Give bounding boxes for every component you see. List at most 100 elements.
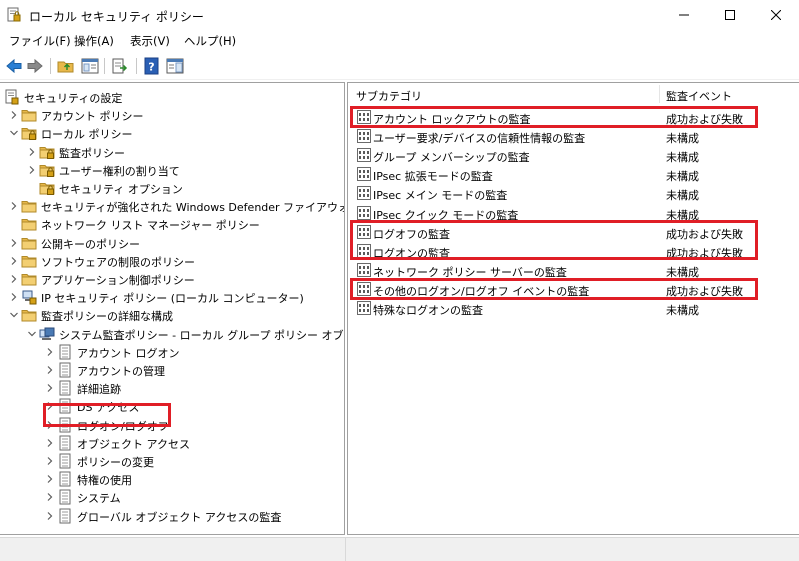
tree-node[interactable]: 特権の使用 — [0, 470, 344, 488]
help-icon[interactable]: ? — [143, 57, 161, 75]
list-item[interactable]: アカウント ロックアウトの監査 成功および失敗 — [348, 108, 799, 127]
chevron-right-icon[interactable] — [10, 238, 18, 247]
audit-event-value: 成功および失敗 — [666, 246, 743, 260]
group-policy-icon — [39, 327, 55, 340]
chevron-right-icon[interactable] — [10, 275, 18, 283]
tree-node-label: システム監査ポリシー - ローカル グループ ポリシー オブジェクト — [59, 328, 344, 342]
tree-node[interactable]: 公開キーのポリシー — [0, 234, 344, 252]
audit-policy-icon — [357, 205, 371, 220]
tree-node[interactable]: オブジェクト アクセス — [0, 434, 344, 452]
tree-node[interactable]: セキュリティ オプション — [0, 179, 344, 197]
tree-node[interactable]: アカウントの管理 — [0, 361, 344, 379]
tree-node[interactable]: 監査ポリシーの詳細な構成 — [0, 306, 344, 324]
chevron-right-icon[interactable] — [10, 202, 18, 211]
list-item[interactable]: グループ メンバーシップの監査 未構成 — [348, 146, 799, 165]
tree-node[interactable]: ソフトウェアの制限のポリシー — [0, 252, 344, 270]
chevron-right-icon[interactable] — [46, 420, 54, 429]
list-item[interactable]: 特殊なログオンの監査 未構成 — [348, 299, 799, 318]
chevron-down-icon[interactable] — [10, 129, 18, 137]
column-header-subcategory[interactable]: サブカテゴリ — [356, 88, 422, 104]
tree-node[interactable]: ローカル ポリシー — [0, 124, 344, 142]
tree-node[interactable]: システム監査ポリシー - ローカル グループ ポリシー オブジェクト — [0, 325, 344, 343]
tree-node[interactable]: IP セキュリティ ポリシー (ローカル コンピューター) — [0, 288, 344, 306]
chevron-right-icon[interactable] — [10, 256, 18, 265]
tree-node[interactable]: ポリシーの変更 — [0, 452, 344, 470]
list-item[interactable]: IPsec クイック モードの監査 未構成 — [348, 204, 799, 223]
audit-event-value: 未構成 — [666, 265, 699, 279]
list-item[interactable]: その他のログオン/ログオフ イベントの監査 成功および失敗 — [348, 280, 799, 299]
chevron-right-icon[interactable] — [46, 402, 54, 411]
audit-policy-icon — [357, 167, 371, 182]
minimize-button[interactable] — [661, 0, 707, 30]
tree-node[interactable]: セキュリティの設定 — [0, 88, 344, 106]
column-divider[interactable] — [659, 85, 660, 103]
tree-node[interactable]: アカウント ログオン — [0, 343, 344, 361]
audit-policy-icon — [357, 243, 371, 258]
chevron-right-icon[interactable] — [28, 147, 36, 156]
chevron-right-icon[interactable] — [46, 511, 54, 520]
back-arrow-icon[interactable] — [5, 57, 23, 75]
tree-node[interactable]: システム — [0, 488, 344, 506]
tree-node-label: ネットワーク リスト マネージャー ポリシー — [41, 219, 260, 233]
list-item[interactable]: ユーザー要求/デバイスの信頼性情報の監査 未構成 — [348, 127, 799, 146]
audit-event-value: 未構成 — [666, 132, 699, 146]
chevron-right-icon[interactable] — [46, 347, 54, 356]
chevron-right-icon[interactable] — [46, 438, 54, 447]
folder-icon — [21, 274, 37, 286]
close-button[interactable] — [753, 0, 799, 30]
tree-node[interactable]: グローバル オブジェクト アクセスの監査 — [0, 507, 344, 525]
audit-policy-icon — [357, 301, 371, 315]
folder-icon — [21, 201, 37, 213]
chevron-right-icon[interactable] — [10, 111, 18, 120]
tree-node[interactable]: DS アクセス — [0, 397, 344, 415]
audit-event-value: 成功および失敗 — [666, 113, 743, 126]
chevron-right-icon[interactable] — [10, 293, 18, 302]
properties-panel-icon[interactable] — [166, 57, 184, 75]
up-folder-icon[interactable] — [57, 57, 75, 75]
chevron-right-icon[interactable] — [46, 366, 54, 374]
chevron-right-icon[interactable] — [46, 475, 54, 484]
maximize-button[interactable] — [707, 0, 753, 30]
subcategory-name: IPsec クイック モードの監査 — [373, 208, 519, 222]
chevron-right-icon[interactable] — [46, 457, 54, 465]
details-pane[interactable]: サブカテゴリ 監査イベント アカウント ロックアウトの監査 成功および失敗 ユーザー… — [347, 82, 799, 535]
list-item[interactable]: IPsec 拡張モードの監査 未構成 — [348, 165, 799, 184]
tree-node[interactable]: ログオン/ログオフ — [0, 416, 344, 434]
tree-node[interactable]: アカウント ポリシー — [0, 106, 344, 124]
tree-node[interactable]: ユーザー権利の割り当て — [0, 161, 344, 179]
tree-node-label: DS アクセス — [77, 401, 140, 415]
console-tree-pane[interactable]: セキュリティの設定 アカウント ポリシー ローカル ポリシー 監査ポリシー ユーザー権利… — [0, 82, 345, 535]
list-item[interactable]: ログオフの監査 成功および失敗 — [348, 223, 799, 242]
chevron-down-icon[interactable] — [10, 311, 18, 319]
subcategory-name: ネットワーク ポリシー サーバーの監査 — [373, 265, 567, 279]
tree-node[interactable]: アプリケーション制御ポリシー — [0, 270, 344, 288]
tree-node-label: IP セキュリティ ポリシー (ローカル コンピューター) — [41, 292, 304, 306]
menu-help[interactable]: ヘルプ(H) — [184, 33, 236, 49]
audit-category-icon — [59, 417, 71, 433]
chevron-right-icon[interactable] — [28, 165, 36, 174]
export-list-icon[interactable] — [111, 57, 129, 75]
tree-node[interactable]: セキュリティが強化された Windows Defender ファイアウォール — [0, 197, 344, 215]
chevron-right-icon[interactable] — [46, 384, 54, 393]
tree-node-label: セキュリティ オプション — [59, 183, 183, 196]
list-item[interactable]: ログオンの監査 成功および失敗 — [348, 242, 799, 261]
status-bar — [0, 537, 799, 561]
audit-policy-icon — [357, 224, 371, 239]
menu-file[interactable]: ファイル(F) — [9, 33, 71, 49]
list-item[interactable]: ネットワーク ポリシー サーバーの監査 未構成 — [348, 261, 799, 280]
menu-action[interactable]: 操作(A) — [74, 33, 114, 49]
audit-category-icon — [59, 453, 71, 469]
chevron-down-icon[interactable] — [28, 330, 36, 338]
tree-node[interactable]: 監査ポリシー — [0, 143, 344, 161]
svg-text:?: ? — [148, 61, 154, 74]
chevron-right-icon[interactable] — [46, 493, 54, 502]
forward-arrow-icon[interactable] — [26, 57, 44, 75]
tree-node[interactable]: 詳細追跡 — [0, 379, 344, 397]
menu-view[interactable]: 表示(V) — [130, 33, 170, 49]
tree-node[interactable]: ネットワーク リスト マネージャー ポリシー — [0, 215, 344, 233]
list-item[interactable]: IPsec メイン モードの監査 未構成 — [348, 184, 799, 203]
folder-icon — [21, 110, 37, 122]
tree-node-label: 特権の使用 — [77, 474, 132, 488]
show-hide-tree-icon[interactable] — [81, 57, 99, 75]
column-header-audit-events[interactable]: 監査イベント — [666, 88, 732, 104]
